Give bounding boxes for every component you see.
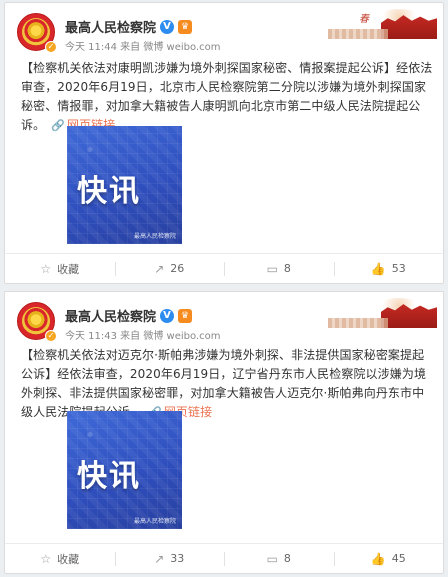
- thumbs-up-icon: 👍: [370, 261, 386, 276]
- forward-button[interactable]: ↗ 26: [114, 254, 225, 283]
- action-bar: ☆ 收藏 ↗ 26 ▭ 8 👍 53: [5, 253, 443, 283]
- verified-v-icon[interactable]: V: [160, 308, 175, 323]
- post-text: 【检察机关依法对康明凯涉嫌为境外刺探国家秘密、情报案提起公诉】经依法审查，202…: [21, 59, 433, 135]
- account-name-row: 最高人民检察院 V ♛: [65, 306, 193, 325]
- crown-icon[interactable]: ♛: [178, 308, 193, 323]
- news-flash-image[interactable]: 快讯 最高人民检察院: [67, 411, 182, 529]
- crown-icon[interactable]: ♛: [178, 19, 193, 34]
- action-bar: ☆ 收藏 ↗ 33 ▭ 8 👍 45: [5, 543, 443, 573]
- banner-slogan: 春: [359, 14, 369, 25]
- like-button[interactable]: 👍 45: [333, 544, 444, 573]
- verified-badge-icon: ✓: [45, 41, 57, 53]
- weibo-post: 春 ✓ 最高人民检察院 V ♛ 今天 11:44 来自 微博 weibo.com…: [4, 2, 444, 284]
- comment-icon: ▭: [266, 551, 278, 566]
- collect-button[interactable]: ☆ 收藏: [5, 544, 115, 573]
- like-count: 53: [391, 262, 406, 275]
- header-decoration-banner: 春: [328, 3, 443, 45]
- post-timestamp[interactable]: 今天 11:43 来自 微博 weibo.com: [65, 327, 220, 342]
- weibo-post: ✓ 最高人民检察院 V ♛ 今天 11:43 来自 微博 weibo.com 【…: [4, 291, 444, 574]
- great-wall-decoration: [328, 29, 388, 39]
- thumbs-up-icon: 👍: [370, 551, 386, 566]
- image-watermark: 最高人民检察院: [133, 518, 176, 525]
- account-name[interactable]: 最高人民检察院: [65, 17, 156, 36]
- star-icon: ☆: [40, 261, 52, 276]
- star-icon: ☆: [40, 551, 52, 566]
- forward-button[interactable]: ↗ 33: [114, 544, 225, 573]
- forward-count: 33: [170, 552, 185, 565]
- comment-count: 8: [283, 262, 291, 275]
- comment-button[interactable]: ▭ 8: [224, 254, 334, 283]
- account-name-row: 最高人民检察院 V ♛: [65, 17, 193, 36]
- forward-icon: ↗: [154, 261, 165, 276]
- image-headline: 快讯: [77, 459, 141, 494]
- comment-button[interactable]: ▭ 8: [224, 544, 334, 573]
- link-icon[interactable]: 🔗: [51, 119, 65, 132]
- great-wall-decoration: [328, 318, 388, 328]
- collect-label: 收藏: [57, 552, 80, 566]
- verified-v-icon[interactable]: V: [160, 19, 175, 34]
- verified-badge-icon: ✓: [45, 330, 57, 342]
- forward-count: 26: [170, 262, 185, 275]
- forward-icon: ↗: [154, 551, 165, 566]
- account-name[interactable]: 最高人民检察院: [65, 306, 156, 325]
- collect-label: 收藏: [57, 262, 80, 276]
- comment-count: 8: [283, 552, 291, 565]
- post-body: 【检察机关依法对迈克尔·斯帕弗涉嫌为境外刺探、非法提供国家秘密案提起公诉】经依法…: [21, 348, 427, 419]
- like-count: 45: [391, 552, 406, 565]
- news-flash-image[interactable]: 快讯 最高人民检察院: [67, 126, 182, 244]
- image-watermark: 最高人民检察院: [133, 233, 176, 240]
- collect-button[interactable]: ☆ 收藏: [5, 254, 115, 283]
- post-timestamp[interactable]: 今天 11:44 来自 微博 weibo.com: [65, 38, 220, 53]
- header-decoration-banner: [328, 292, 443, 334]
- image-headline: 快讯: [77, 174, 141, 209]
- comment-icon: ▭: [266, 261, 278, 276]
- like-button[interactable]: 👍 53: [333, 254, 444, 283]
